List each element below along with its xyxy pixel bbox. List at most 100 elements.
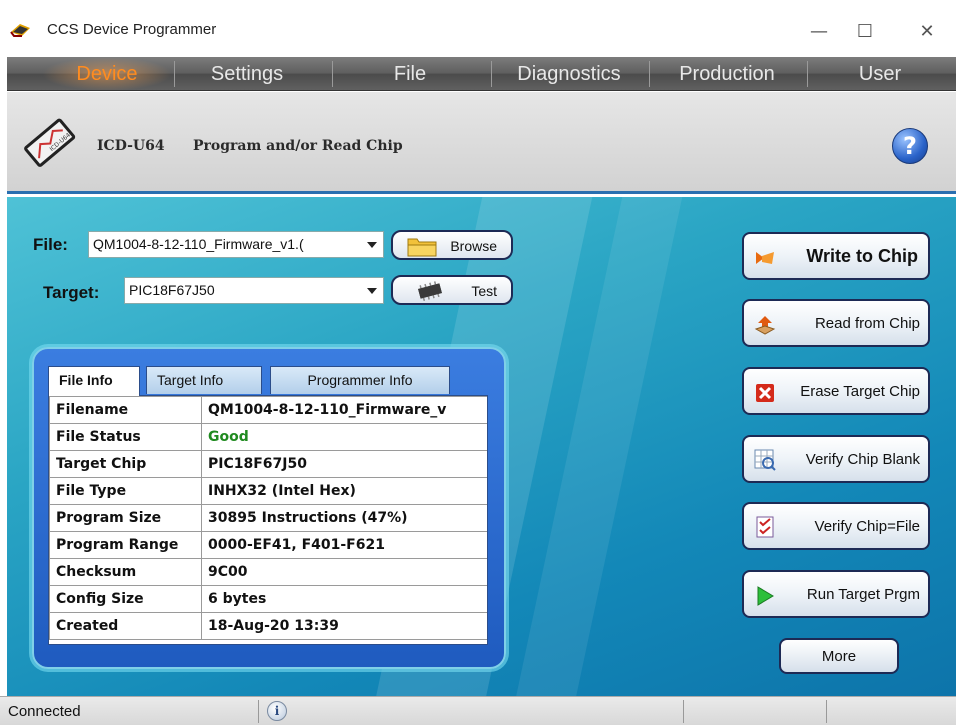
menu-device[interactable]: Device [42, 57, 172, 91]
folder-icon [407, 238, 437, 257]
file-select[interactable]: QM1004-8-12-110_Firmware_v1.( [88, 231, 384, 258]
info-value: QM1004-8-12-110_Firmware_v [201, 396, 487, 424]
info-key: Filename [49, 396, 202, 424]
info-value: 18-Aug-20 13:39 [201, 612, 487, 640]
info-icon[interactable]: i [267, 701, 287, 721]
page-description: Program and/or Read Chip [193, 138, 403, 154]
target-select[interactable]: PIC18F67J50 [124, 277, 384, 304]
file-select-value: QM1004-8-12-110_Firmware_v1.( [93, 236, 304, 252]
menu-separator [174, 61, 175, 87]
tab-programmer-info[interactable]: Programmer Info [270, 366, 450, 394]
table-row: File Type INHX32 (Intel Hex) [49, 477, 487, 505]
file-info-panel: Filename QM1004-8-12-110_Firmware_v File … [48, 395, 488, 645]
tab-target-info[interactable]: Target Info [146, 366, 262, 394]
tab-file-info[interactable]: File Info [48, 366, 140, 396]
table-row: Target Chip PIC18F67J50 [49, 450, 487, 478]
info-key: Checksum [49, 558, 202, 586]
menu-diagnostics[interactable]: Diagnostics [494, 57, 644, 91]
erase-target-chip-button[interactable]: Erase Target Chip [742, 367, 930, 415]
chevron-down-icon [367, 242, 377, 248]
menu-production[interactable]: Production [652, 57, 802, 91]
table-row: Config Size 6 bytes [49, 585, 487, 613]
menu-separator [491, 61, 492, 87]
window-title: CCS Device Programmer [47, 21, 217, 38]
table-row: Program Size 30895 Instructions (47%) [49, 504, 487, 532]
menu-user[interactable]: User [810, 57, 950, 91]
write-to-chip-label: Write to Chip [806, 246, 918, 266]
close-icon: ✕ [919, 20, 935, 42]
run-target-program-label: Run Target Prgm [806, 586, 920, 603]
maximize-icon: ☐ [856, 20, 874, 42]
menu-settings[interactable]: Settings [177, 57, 317, 91]
info-panel: File Info Target Info Programmer Info Fi… [32, 347, 506, 669]
help-icon[interactable]: ? [892, 128, 928, 164]
play-icon [757, 586, 774, 606]
verify-chip-blank-label: Verify Chip Blank [805, 451, 920, 468]
test-label: Test [471, 283, 497, 299]
more-button[interactable]: More [779, 638, 899, 674]
info-key: Program Size [49, 504, 202, 532]
info-value: PIC18F67J50 [201, 450, 487, 478]
browse-button[interactable]: Browse [391, 230, 513, 260]
status-separator [826, 700, 827, 723]
info-key: Target Chip [49, 450, 202, 478]
info-value: INHX32 (Intel Hex) [201, 477, 487, 505]
run-target-program-button[interactable]: Run Target Prgm [742, 570, 930, 618]
table-row: Created 18-Aug-20 13:39 [49, 612, 487, 640]
file-info-table: Filename QM1004-8-12-110_Firmware_v File … [49, 396, 487, 640]
file-status-value: Good [201, 423, 487, 451]
menu-separator [332, 61, 333, 87]
close-button[interactable]: ✕ [904, 14, 950, 48]
info-value: 30895 Instructions (47%) [201, 504, 487, 532]
read-chip-icon [754, 316, 776, 335]
table-row: Filename QM1004-8-12-110_Firmware_v [49, 396, 487, 424]
status-separator [683, 700, 684, 723]
verify-chip-file-button[interactable]: Verify Chip=File [742, 502, 930, 550]
read-from-chip-button[interactable]: Read from Chip [742, 299, 930, 347]
minimize-icon: — [810, 20, 828, 42]
table-row: Program Range 0000-EF41, F401-F621 [49, 531, 487, 559]
browse-label: Browse [450, 238, 497, 254]
info-value: 9C00 [201, 558, 487, 586]
verify-blank-icon [754, 449, 776, 471]
table-row: Checksum 9C00 [49, 558, 487, 586]
verify-file-icon [756, 516, 774, 538]
file-label: File: [33, 235, 68, 254]
info-key: File Type [49, 477, 202, 505]
info-key: File Status [49, 423, 202, 451]
info-tabs: File Info Target Info Programmer Info [48, 366, 488, 396]
menu-file[interactable]: File [335, 57, 485, 91]
device-name: ICD-U64 [97, 138, 165, 154]
chevron-down-icon [367, 288, 377, 294]
info-value: 0000-EF41, F401-F621 [201, 531, 487, 559]
read-from-chip-label: Read from Chip [814, 315, 920, 332]
status-bar: Connected i [0, 696, 956, 725]
table-row: File Status Good [49, 423, 487, 451]
write-to-chip-button[interactable]: Write to Chip [742, 232, 930, 280]
main-panel: File: QM1004-8-12-110_Firmware_v1.( Brow… [7, 197, 956, 696]
chip-icon [418, 281, 442, 301]
header-panel: ICD-U64 ICD-U64 Program and/or Read Chip… [7, 92, 956, 194]
verify-chip-file-label: Verify Chip=File [814, 518, 920, 535]
erase-target-chip-label: Erase Target Chip [800, 383, 920, 400]
test-button[interactable]: Test [391, 275, 513, 305]
info-value: 6 bytes [201, 585, 487, 613]
connection-status: Connected [8, 703, 81, 720]
programmer-device-icon: ICD-U64 [24, 118, 76, 167]
minimize-button[interactable]: — [796, 14, 842, 48]
menu-separator [649, 61, 650, 87]
verify-chip-blank-button[interactable]: Verify Chip Blank [742, 435, 930, 483]
info-key: Program Range [49, 531, 202, 559]
write-chip-icon [756, 252, 774, 264]
target-label: Target: [43, 283, 100, 302]
erase-icon [756, 384, 774, 402]
menu-bar: Device Settings File Diagnostics Product… [7, 57, 956, 91]
status-separator [258, 700, 259, 723]
maximize-button[interactable]: ☐ [842, 14, 888, 48]
app-icon [10, 24, 30, 37]
target-select-value: PIC18F67J50 [129, 282, 215, 298]
info-key: Config Size [49, 585, 202, 613]
info-key: Created [49, 612, 202, 640]
title-bar: CCS Device Programmer — ☐ ✕ [0, 0, 956, 57]
menu-separator [807, 61, 808, 87]
